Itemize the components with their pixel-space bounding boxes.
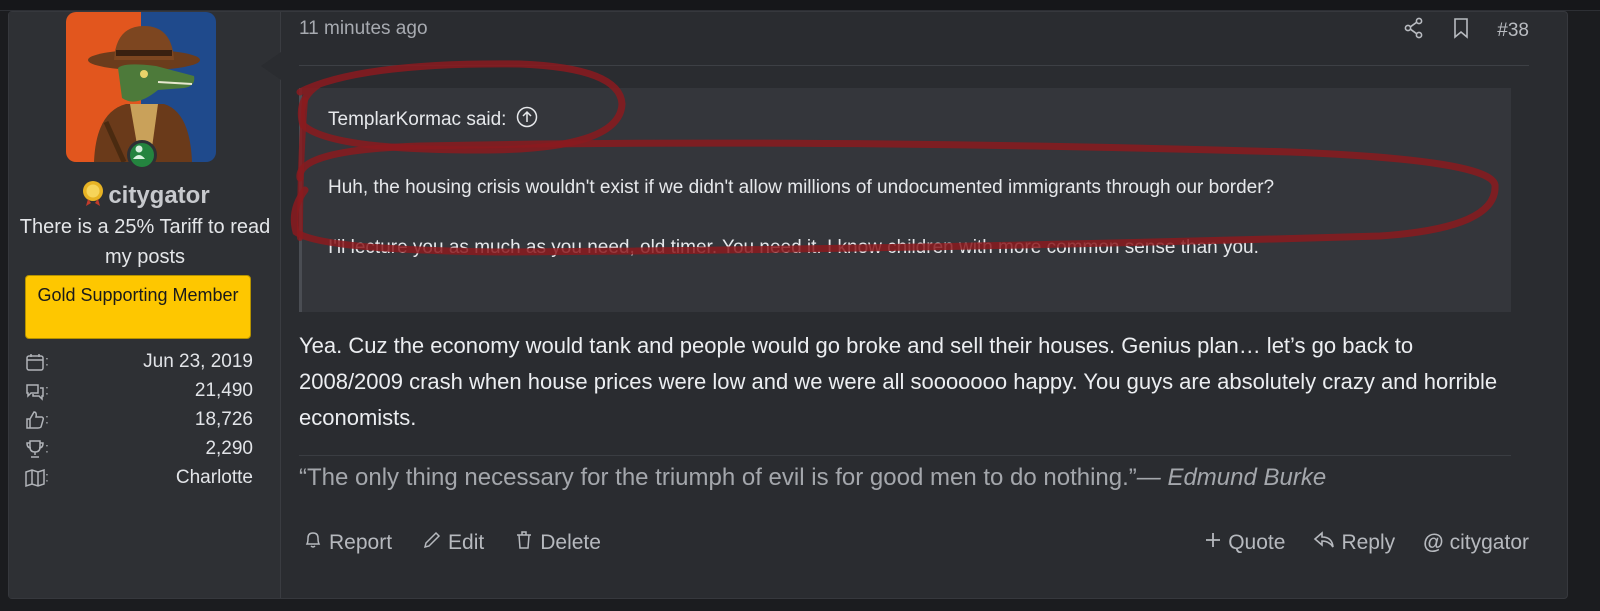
sidebar-arrow (261, 52, 281, 80)
bell-icon (303, 530, 323, 556)
quote-button[interactable]: Quote (1204, 531, 1285, 555)
stat-messages: : 21,490 (25, 378, 253, 407)
signature-attribution: — Edmund Burke (1136, 464, 1327, 491)
stat-joined-value: Jun 23, 2019 (143, 351, 253, 372)
thumbs-up-icon: : (25, 410, 61, 432)
quote-header: TemplarKormac said: (328, 106, 538, 134)
username-row: citygator (9, 180, 281, 213)
quote-line: Huh, the housing crisis wouldn't exist i… (328, 177, 1275, 198)
header-divider (299, 65, 1529, 66)
signature-quote: “The only thing necessary for the triump… (299, 464, 1137, 491)
top-border (0, 0, 1600, 11)
stat-points: : 2,290 (25, 436, 253, 465)
stat-messages-value: 21,490 (194, 380, 253, 401)
user-stats: : Jun 23, 2019 : 21,490 : 18,726 : 2,290… (25, 349, 253, 494)
stat-location: : Charlotte (25, 465, 253, 494)
stat-location-value: Charlotte (175, 467, 253, 488)
post-message: Yea. Cuz the economy would tank and peop… (299, 333, 1498, 430)
stat-joined: : Jun 23, 2019 (25, 349, 253, 378)
trash-icon (514, 530, 534, 556)
map-icon: : (25, 468, 61, 490)
post-number[interactable]: #38 (1497, 20, 1529, 42)
at-sign-icon: @ (1423, 531, 1444, 554)
delete-button[interactable]: Delete (514, 530, 601, 556)
reply-button[interactable]: Reply (1313, 530, 1395, 556)
pencil-icon (422, 530, 442, 556)
online-status-icon (127, 140, 157, 170)
gold-medal-icon (80, 180, 106, 213)
stat-reactions: : 18,726 (25, 407, 253, 436)
bookmark-icon[interactable] (1451, 17, 1471, 45)
quote-author[interactable]: TemplarKormac said: (328, 109, 506, 131)
reply-icon (1313, 530, 1335, 556)
trophy-icon: : (25, 439, 61, 461)
username[interactable]: citygator (108, 182, 209, 209)
post-timestamp[interactable]: 11 minutes ago (299, 18, 428, 40)
stat-reactions-value: 18,726 (194, 409, 253, 430)
signature-divider (299, 455, 1511, 456)
quote-block: TemplarKormac said: Huh, the housing cri… (299, 88, 1511, 312)
forum-post: citygator There is a 25% Tariff to read … (8, 11, 1568, 599)
post-footer-right: Quote Reply @ citygator (1204, 530, 1529, 556)
user-sidebar: citygator There is a 25% Tariff to read … (9, 12, 281, 598)
post-top-actions: #38 (1403, 16, 1529, 46)
stat-points-value: 2,290 (205, 438, 253, 459)
quote-body: Huh, the housing crisis wouldn't exist i… (328, 172, 1488, 292)
jump-to-quote-icon[interactable] (516, 106, 538, 134)
edit-button[interactable]: Edit (422, 530, 484, 556)
report-button[interactable]: Report (303, 530, 392, 556)
user-title: There is a 25% Tariff to read my posts (19, 216, 271, 268)
post-main: 11 minutes ago #38 TemplarKormac said: H… (299, 12, 1529, 598)
mention-button[interactable]: @ citygator (1423, 531, 1529, 555)
messages-icon: : (25, 381, 61, 403)
signature: “The only thing necessary for the triump… (299, 464, 1326, 492)
plus-icon (1204, 531, 1222, 555)
user-banner: Gold Supporting Member (25, 275, 251, 339)
calendar-icon: : (25, 352, 61, 374)
quote-line: I'll lecture you as much as you need, ol… (328, 237, 1259, 258)
share-icon[interactable] (1403, 17, 1425, 45)
post-footer-left: Report Edit Delete (303, 530, 601, 556)
